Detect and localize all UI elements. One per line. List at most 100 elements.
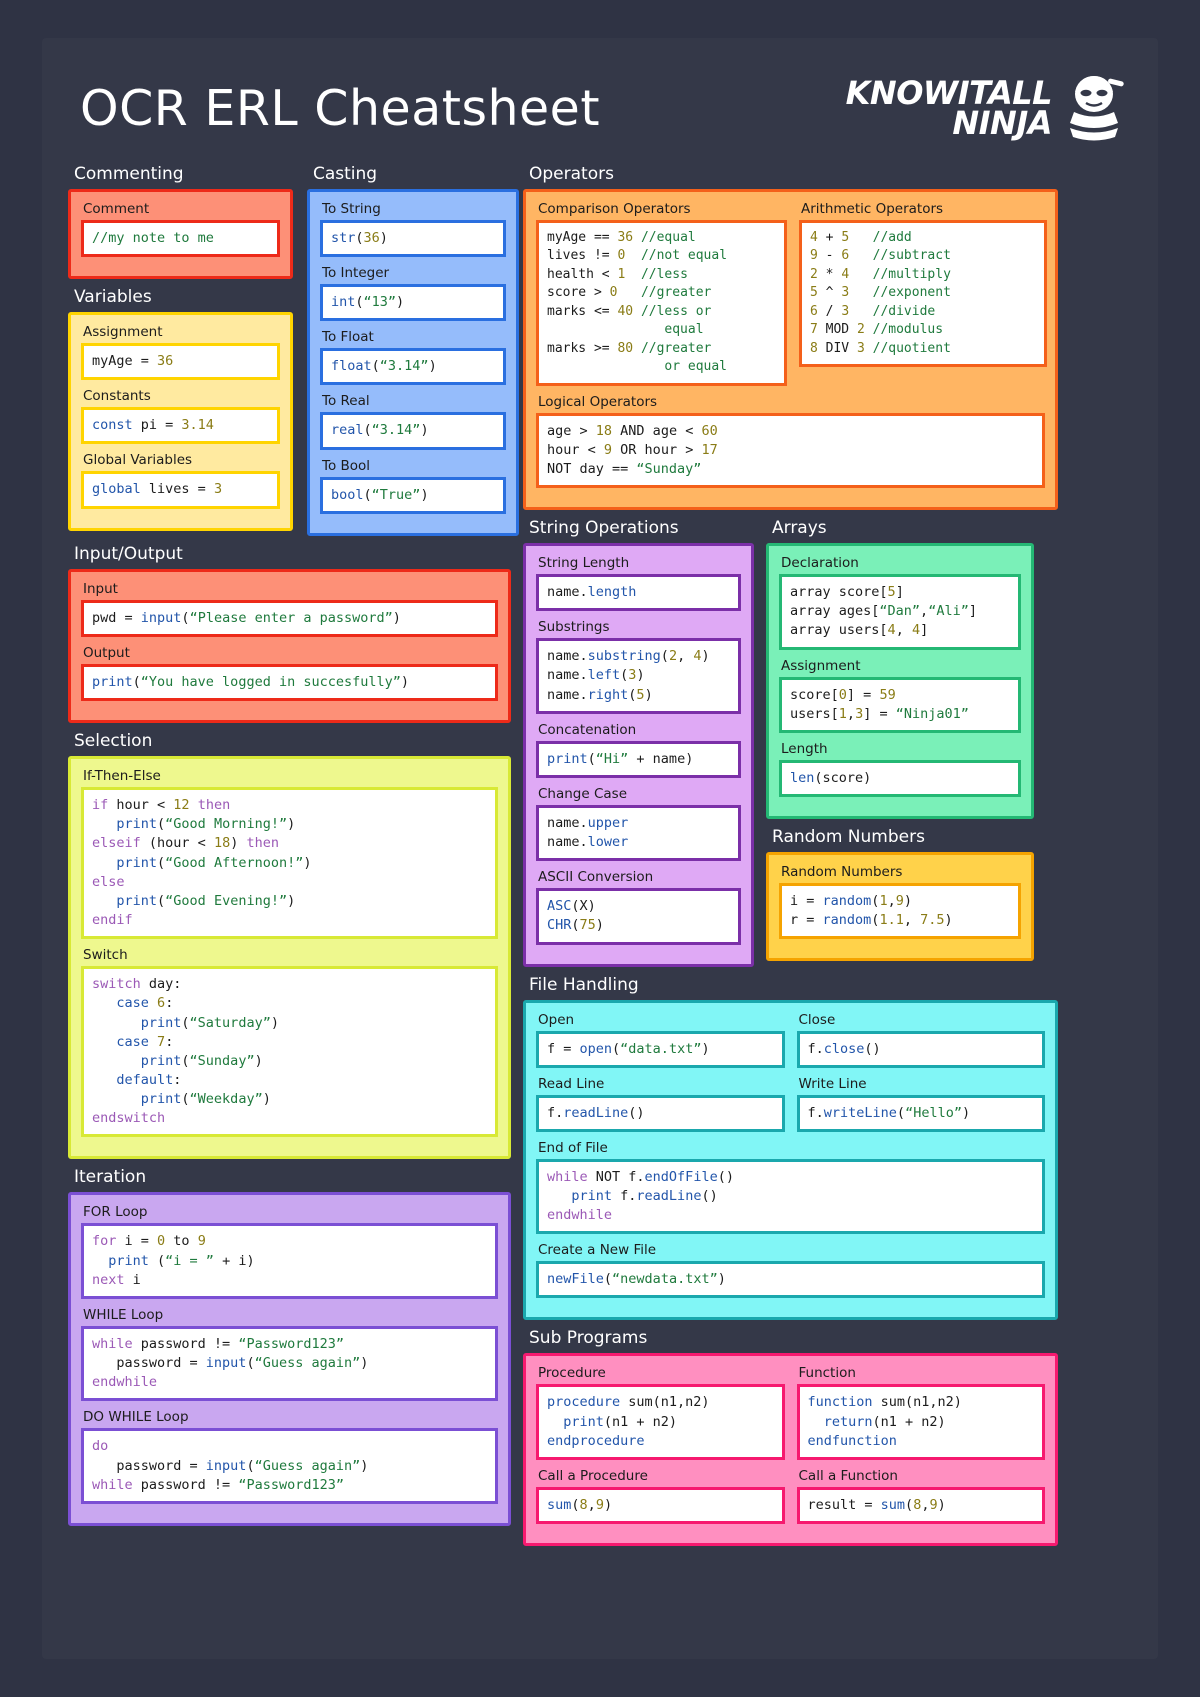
label-change-case: Change Case	[538, 785, 628, 802]
code-read-line: f.readLine()	[536, 1094, 785, 1132]
label-close: Close	[798, 1011, 836, 1028]
code-to-string: str(36)	[320, 220, 506, 258]
label-to-real: To Real	[322, 393, 370, 410]
panel-input-output: Input pwd = input(“Please enter a passwo…	[68, 568, 511, 724]
panel-selection: If-Then-Else if hour < 12 then print(“Go…	[68, 756, 511, 1160]
code-for-loop: for i = 0 to 9 print (“i = ” + i) next i	[81, 1223, 498, 1299]
casting-stack: Casting To String str(36) To Integer int…	[307, 156, 519, 536]
code-array-declaration: array score[5] array ages[“Dan”,“Ali”] a…	[779, 574, 1021, 650]
section-title-input-output: Input/Output	[74, 543, 183, 564]
label-array-assignment: Assignment	[781, 657, 861, 674]
section-title-file-handling: File Handling	[529, 974, 639, 995]
label-comparison-operators: Comparison Operators	[538, 201, 691, 217]
code-call-a-procedure: sum(8,9)	[536, 1486, 785, 1525]
top-left-subcolumns: Commenting Comment //my note to me Varia…	[68, 156, 519, 536]
code-close: f.close()	[796, 1030, 1045, 1068]
brand-wordmark: KNOWITALL NINJA	[846, 76, 1053, 142]
label-do-while-loop: DO WHILE Loop	[83, 1409, 189, 1426]
left-column: Commenting Comment //my note to me Varia…	[68, 156, 523, 1546]
file-read-write-row: Read Line f.readLine() Write Line f.writ…	[536, 1076, 1045, 1140]
panel-variables: Assignment myAge = 36 Constants const pi…	[68, 312, 293, 531]
code-input: pwd = input(“Please enter a password”)	[81, 599, 498, 637]
label-open: Open	[538, 1011, 575, 1028]
label-array-declaration: Declaration	[781, 555, 859, 572]
arithmetic-operators-group: Arithmetic Operators 4 + 5 //add 9 - 6 /…	[799, 201, 1047, 394]
label-output: Output	[83, 644, 130, 661]
file-close-group: Close f.close()	[796, 1011, 1045, 1076]
file-write-group: Write Line f.writeLine(“Hello”)	[796, 1075, 1045, 1140]
strings-arrays-row: String Operations String Length name.len…	[523, 510, 1058, 967]
code-constants: const pi = 3.14	[81, 407, 280, 445]
function-group: Function function sum(n1,n2) return(n1 +…	[796, 1365, 1045, 1467]
code-to-integer: int(“13”)	[320, 284, 506, 322]
label-call-a-function: Call a Function	[798, 1467, 898, 1484]
code-ascii-conversion: ASC(X) CHR(75)	[536, 888, 741, 945]
section-title-commenting: Commenting	[74, 164, 184, 184]
code-random-numbers: i = random(1,9) r = random(1.1, 7.5)	[779, 883, 1021, 940]
code-comment-text: //my note to me	[92, 230, 214, 246]
code-global-variables: global lives = 3	[81, 471, 280, 509]
label-to-string: To String	[322, 201, 381, 217]
content-columns: Commenting Comment //my note to me Varia…	[68, 156, 1132, 1547]
section-title-iteration: Iteration	[74, 1167, 147, 1188]
label-create-new-file: Create a New File	[538, 1242, 657, 1259]
section-title-variables: Variables	[74, 287, 152, 308]
panel-commenting: Comment //my note to me	[68, 189, 293, 280]
code-change-case: name.upper name.lower	[536, 804, 741, 862]
brand-line-2: NINJA	[952, 104, 1052, 142]
code-to-bool: bool(“True”)	[320, 476, 506, 514]
label-array-length: Length	[781, 740, 828, 757]
panel-iteration: FOR Loop for i = 0 to 9 print (“i = ” + …	[68, 1192, 511, 1526]
label-concatenation: Concatenation	[538, 721, 637, 738]
page-title: OCR ERL Cheatsheet	[80, 79, 601, 137]
panel-sub-programs: Procedure procedure sum(n1,n2) print(n1 …	[523, 1353, 1058, 1547]
file-read-group: Read Line f.readLine()	[536, 1076, 785, 1140]
label-assignment: Assignment	[83, 324, 163, 341]
code-assignment: myAge = 36	[81, 343, 280, 381]
arrays-random-stack: Arrays Declaration array score[5] array …	[766, 510, 1034, 966]
panel-random-numbers: Random Numbers i = random(1,9) r = rando…	[766, 852, 1034, 962]
code-open: f = open(“data.txt”)	[536, 1030, 785, 1068]
cheatsheet-page: OCR ERL Cheatsheet KNOWITALL NINJA Comme…	[0, 0, 1200, 1697]
section-title-random-numbers: Random Numbers	[772, 827, 925, 848]
code-arithmetic-operators: 4 + 5 //add 9 - 6 //subtract 2 * 4 //mul…	[799, 220, 1047, 368]
section-title-string-operations: String Operations	[529, 518, 679, 539]
code-do-while-loop: do password = input(“Guess again”) while…	[81, 1428, 498, 1504]
code-comment: //my note to me	[81, 220, 280, 258]
label-random-numbers: Random Numbers	[781, 864, 903, 881]
code-function: function sum(n1,n2) return(n1 + n2) endf…	[796, 1384, 1045, 1460]
label-global-variables: Global Variables	[83, 452, 193, 469]
code-logical-operators: age > 18 AND age < 60 hour < 9 OR hour >…	[536, 412, 1045, 489]
string-operations-stack: String Operations String Length name.len…	[523, 510, 754, 967]
label-call-a-procedure: Call a Procedure	[538, 1467, 648, 1484]
label-write-line: Write Line	[798, 1075, 867, 1092]
label-substrings: Substrings	[538, 619, 610, 636]
commenting-variables-stack: Commenting Comment //my note to me Varia…	[68, 156, 293, 536]
file-open-close-row: Open f = open(“data.txt”) Close f.close(…	[536, 1012, 1045, 1076]
code-to-real: real(“3.14”)	[320, 412, 506, 450]
label-input: Input	[83, 580, 118, 597]
section-title-casting: Casting	[313, 164, 378, 184]
code-output: print(“You have logged in succesfully”)	[81, 663, 498, 702]
label-procedure: Procedure	[538, 1365, 606, 1382]
subprograms-call-row: Call a Procedure sum(8,9) Call a Functio…	[536, 1468, 1045, 1532]
label-end-of-file: End of File	[538, 1139, 608, 1156]
label-for-loop: FOR Loop	[83, 1204, 148, 1221]
code-to-float: float(“3.14”)	[320, 348, 506, 386]
code-substrings: name.substring(2, 4) name.left(3) name.r…	[536, 638, 741, 714]
label-to-float: To Float	[322, 329, 374, 346]
header: OCR ERL Cheatsheet KNOWITALL NINJA	[68, 60, 1132, 156]
code-string-length: name.length	[536, 574, 741, 612]
section-title-sub-programs: Sub Programs	[529, 1328, 648, 1349]
code-procedure: procedure sum(n1,n2) print(n1 + n2) endp…	[536, 1384, 785, 1460]
brand-logo: KNOWITALL NINJA	[846, 72, 1126, 144]
label-while-loop: WHILE Loop	[83, 1306, 164, 1323]
subprograms-def-row: Procedure procedure sum(n1,n2) print(n1 …	[536, 1365, 1045, 1467]
label-logical-operators: Logical Operators	[538, 393, 658, 410]
procedure-group: Procedure procedure sum(n1,n2) print(n1 …	[536, 1365, 785, 1467]
panel-operators: Comparison Operators myAge == 36 //equal…	[523, 189, 1058, 511]
operators-two-column: Comparison Operators myAge == 36 //equal…	[536, 201, 1047, 394]
label-constants: Constants	[83, 388, 151, 405]
code-call-a-function: result = sum(8,9)	[796, 1486, 1045, 1525]
code-end-of-file: while NOT f.endOfFile() print f.readLine…	[536, 1158, 1045, 1235]
